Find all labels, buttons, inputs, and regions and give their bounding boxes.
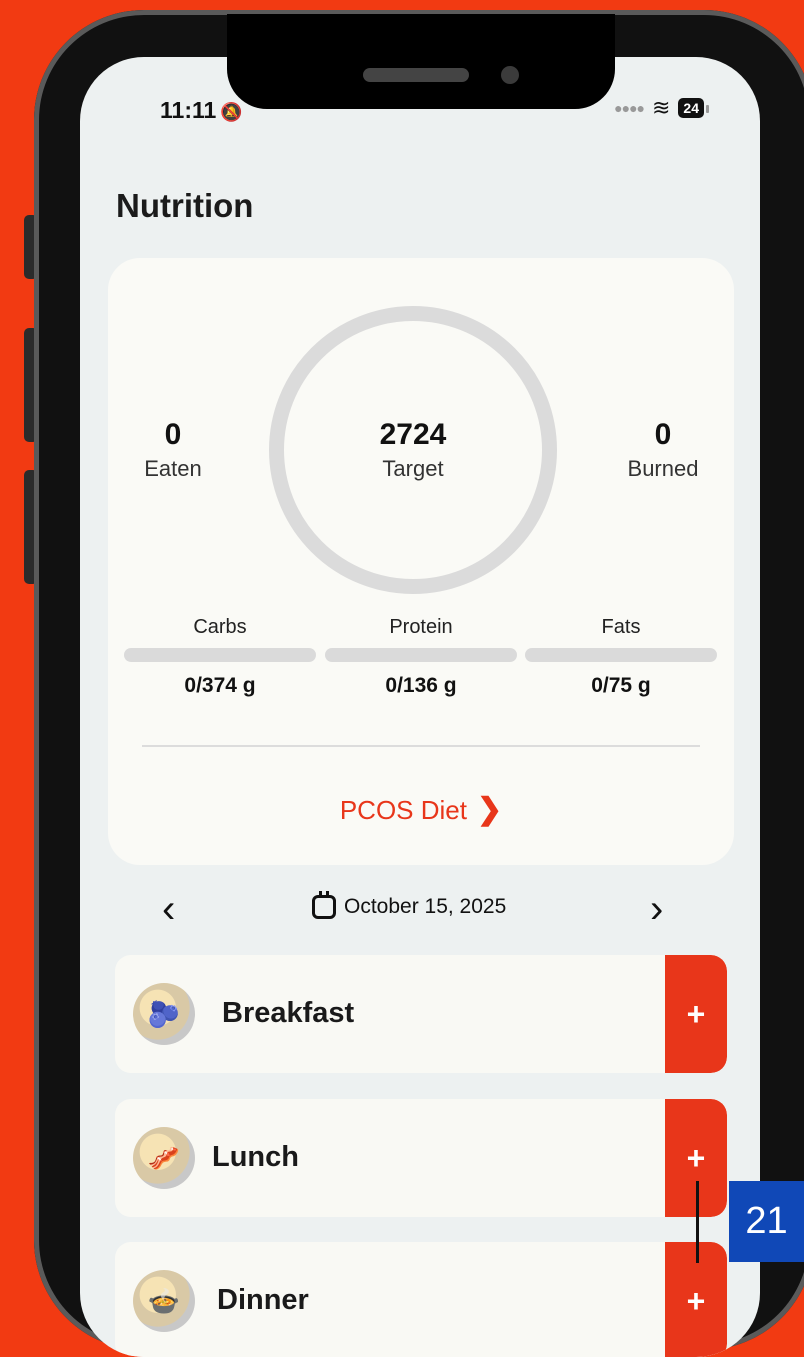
plus-icon: + <box>686 995 706 1032</box>
diet-plan-label: PCOS Diet <box>339 795 467 825</box>
page-title: Nutrition <box>116 187 254 224</box>
app-screen: 11:11 🔕 ●●●● ≋ 24 Nutrition 0 Eaten 2724 … <box>80 57 760 1357</box>
current-date: October 15, 2025 <box>344 895 507 918</box>
macro-progress-bar <box>124 648 316 662</box>
calendar-icon <box>312 891 336 919</box>
eaten-label: Eaten <box>144 456 202 481</box>
macro-carbs: Carbs 0/374 g <box>124 616 316 698</box>
calorie-summary-card: 0 Eaten 2724 Target 0 Burned Carbs 0/374… <box>108 258 734 865</box>
macro-value: 0/75 g <box>591 674 651 697</box>
wifi-icon: ≋ <box>651 95 671 120</box>
plus-icon: + <box>686 1139 706 1176</box>
macro-label: Fats <box>601 616 641 638</box>
eaten-value: 0 <box>164 418 182 451</box>
eaten-stat: 0 Eaten <box>128 418 218 482</box>
previous-day-button[interactable]: ‹ <box>162 887 175 932</box>
burned-stat: 0 Burned <box>608 418 718 482</box>
macro-protein: Protein 0/136 g <box>325 616 517 698</box>
macro-fats: Fats 0/75 g <box>525 616 717 698</box>
target-stat: 2724 Target <box>328 418 498 482</box>
meal-name: Lunch <box>212 1141 299 1173</box>
target-value: 2724 <box>379 418 447 451</box>
card-divider <box>142 745 700 747</box>
macro-label: Carbs <box>193 616 247 638</box>
status-time-text: 11:11 <box>160 97 217 123</box>
breakfast-plate-icon: 🥓 <box>133 1127 195 1189</box>
speaker-grille <box>363 68 469 82</box>
silent-bell-icon: 🔕 <box>220 102 243 122</box>
battery-icon: 24 <box>678 98 709 118</box>
diet-plan-link[interactable]: PCOS Diet ❯ <box>108 792 734 827</box>
macro-progress-bar <box>525 648 717 662</box>
meal-name: Breakfast <box>222 997 355 1029</box>
burned-value: 0 <box>654 418 672 451</box>
meal-card-breakfast[interactable]: 🫐 Breakfast + <box>115 955 727 1073</box>
macro-label: Protein <box>389 616 453 638</box>
plus-icon: + <box>686 1282 706 1319</box>
front-camera <box>501 66 519 84</box>
chevron-right-icon: ❯ <box>477 793 503 826</box>
annotation-badge: 21 <box>729 1181 804 1262</box>
annotation-pointer <box>696 1181 699 1263</box>
date-navigator: ‹ October 15, 2025 › <box>80 887 760 937</box>
meal-name: Dinner <box>217 1284 309 1316</box>
meal-card-lunch[interactable]: 🥓 Lunch + <box>115 1099 727 1217</box>
macro-value: 0/136 g <box>385 674 457 697</box>
add-breakfast-button[interactable]: + <box>665 955 727 1073</box>
signal-icon: ●●●● <box>614 100 645 116</box>
oatmeal-bowl-icon: 🫐 <box>133 983 195 1045</box>
macro-value: 0/374 g <box>184 674 256 697</box>
meal-card-dinner[interactable]: 🍲 Dinner + <box>115 1242 727 1357</box>
phone-notch <box>227 14 615 109</box>
target-label: Target <box>382 456 444 481</box>
date-display[interactable]: October 15, 2025 <box>312 891 507 919</box>
next-day-button[interactable]: › <box>650 887 663 932</box>
phone-frame: 11:11 🔕 ●●●● ≋ 24 Nutrition 0 Eaten 2724 … <box>34 10 804 1357</box>
status-icons: ●●●● ≋ 24 <box>614 95 709 121</box>
status-time: 11:11 🔕 <box>160 97 243 124</box>
macro-progress-bar <box>325 648 517 662</box>
burned-label: Burned <box>627 456 699 481</box>
dinner-bowl-icon: 🍲 <box>133 1270 195 1332</box>
